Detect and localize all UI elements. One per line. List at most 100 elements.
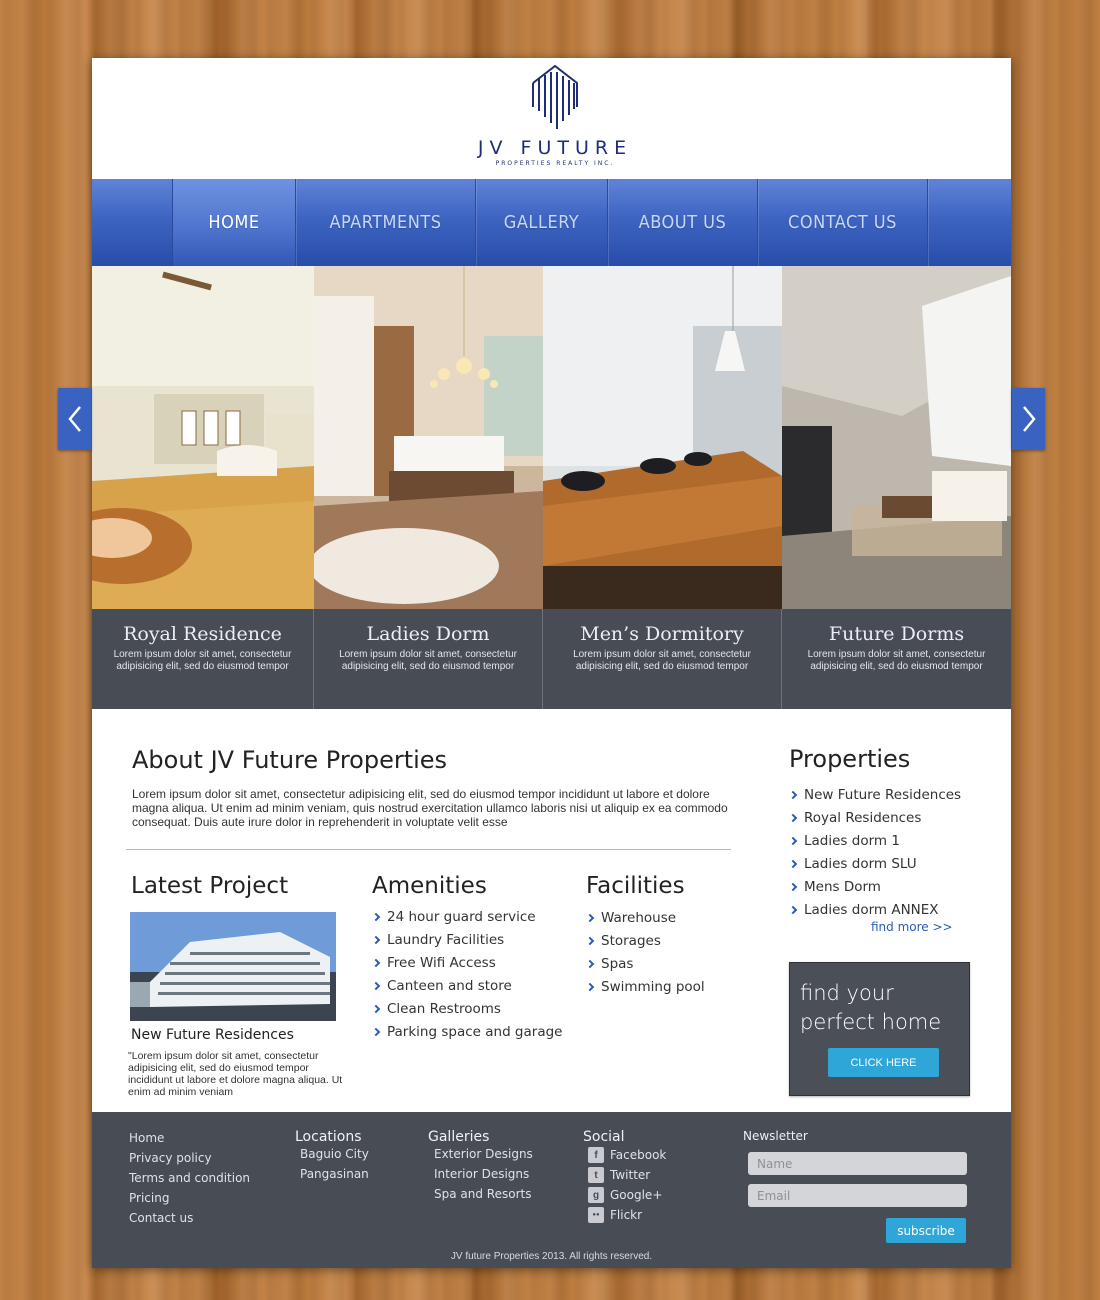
locations-heading: Locations [295,1129,362,1145]
page: JV FUTURE PROPERTIES REALTY INC. HOME AP… [92,58,1011,1268]
slide-future-dorms[interactable]: Future Dorms Lorem ipsum dolor sit amet,… [782,266,1011,709]
nav-home[interactable]: HOME [172,179,296,266]
slide-text: Lorem ipsum dolor sit amet, consectetur … [573,649,751,672]
list-item: Warehouse [585,908,705,931]
slide-photo [782,266,1011,609]
chevron-right-icon [585,913,595,923]
slide-caption: Future Dorms Lorem ipsum dolor sit amet,… [782,609,1011,709]
subscribe-button[interactable]: subscribe [886,1218,966,1243]
slide-caption: Royal Residence Lorem ipsum dolor sit am… [92,609,314,709]
amenities-list: 24 hour guard service Laundry Facilities… [371,907,562,1045]
list-item: 24 hour guard service [371,907,562,930]
chevron-right-icon [371,981,381,991]
chevron-right-icon [788,813,798,823]
flickr-icon: ●● [588,1207,604,1223]
footer-link-terms[interactable]: Terms and condition [129,1169,250,1189]
chevron-right-icon [371,912,381,922]
property-link[interactable]: Ladies dorm 1 [788,831,961,854]
chevron-right-icon [371,1027,381,1037]
footer-link-home[interactable]: Home [129,1129,250,1149]
nav-about-us[interactable]: ABOUT US [608,179,758,266]
galleries-heading: Galleries [428,1129,490,1145]
slide-mens-dormitory[interactable]: Men’s Dormitory Lorem ipsum dolor sit am… [543,266,782,709]
location-link[interactable]: Baguio City [295,1145,369,1165]
latest-project-name[interactable]: New Future Residences [131,1027,294,1043]
slider-prev-button[interactable] [58,388,91,450]
nav-contact-us[interactable]: CONTACT US [758,179,928,266]
slide-photo [543,266,782,609]
slide-text: Lorem ipsum dolor sit amet, consectetur … [113,649,292,672]
slide-text: Lorem ipsum dolor sit amet, consectetur … [807,649,986,672]
slide-title: Men’s Dormitory [580,623,744,645]
logo[interactable]: JV FUTURE PROPERTIES REALTY INC. [460,63,650,173]
chevron-right-icon [788,790,798,800]
facebook-link[interactable]: f Facebook [583,1145,666,1165]
about-text: Lorem ipsum dolor sit amet, consectetur … [132,787,728,829]
slide-royal-residence[interactable]: Royal Residence Lorem ipsum dolor sit am… [92,266,314,709]
nav-gallery[interactable]: GALLERY [476,179,608,266]
gallery-link[interactable]: Spa and Resorts [428,1185,533,1205]
newsletter-heading: Newsletter [743,1129,808,1143]
building-logo-icon [532,64,578,129]
list-item: Spas [585,954,705,977]
slider-next-button[interactable] [1012,388,1045,450]
latest-project-image[interactable] [130,912,336,1021]
image-slider: Royal Residence Lorem ipsum dolor sit am… [92,266,1011,709]
footer-locations: Locations Baguio City Pangasinan [295,1129,369,1185]
chevron-right-icon [788,882,798,892]
list-item: Clean Restrooms [371,999,562,1022]
gallery-link[interactable]: Exterior Designs [428,1145,533,1165]
chevron-right-icon [788,859,798,869]
cta-text: find your perfect home [800,981,942,1034]
latest-project-title: Latest Project [131,873,289,899]
property-link[interactable]: New Future Residences [788,785,961,808]
google-plus-link[interactable]: g Google+ [583,1185,666,1205]
gallery-link[interactable]: Interior Designs [428,1165,533,1185]
flickr-link[interactable]: ●● Flickr [583,1205,666,1225]
header: JV FUTURE PROPERTIES REALTY INC. [92,58,1011,179]
chevron-right-icon [371,1004,381,1014]
footer-link-pricing[interactable]: Pricing [129,1189,250,1209]
newsletter-email-input[interactable] [748,1184,967,1207]
newsletter-name-input[interactable] [748,1152,967,1175]
slide-title: Royal Residence [123,623,282,645]
divider [126,849,731,850]
slide-title: Ladies Dorm [366,623,490,645]
slide-title: Future Dorms [828,623,965,645]
amenities-title: Amenities [372,873,487,899]
facilities-list: Warehouse Storages Spas Swimming pool [585,908,705,1000]
copyright-text: JV future Properties 2013. All rights re… [450,1251,653,1262]
chevron-right-icon [585,959,595,969]
chevron-right-icon [1022,406,1036,432]
chevron-left-icon [67,406,81,432]
slide-text: Lorem ipsum dolor sit amet, consectetur … [339,649,517,672]
chevron-right-icon [371,958,381,968]
chevron-right-icon [585,936,595,946]
find-more-link[interactable]: find more >> [871,920,953,934]
list-item: Canteen and store [371,976,562,999]
nav-apartments[interactable]: APARTMENTS [296,179,476,266]
footer-link-privacy[interactable]: Privacy policy [129,1149,250,1169]
property-link[interactable]: Royal Residences [788,808,961,831]
list-item: Storages [585,931,705,954]
property-link[interactable]: Mens Dorm [788,877,961,900]
chevron-right-icon [371,935,381,945]
main-nav: HOME APARTMENTS GALLERY ABOUT US CONTACT… [92,179,1011,266]
facilities-title: Facilities [586,873,685,899]
list-item: Free Wifi Access [371,953,562,976]
property-link[interactable]: Ladies dorm SLU [788,854,961,877]
slide-photo [314,266,543,609]
slide-ladies-dorm[interactable]: Ladies Dorm Lorem ipsum dolor sit amet, … [314,266,543,709]
latest-project-text: "Lorem ipsum dolor sit amet, consectetur… [128,1050,343,1098]
slide-photo [92,266,314,609]
chevron-right-icon [788,905,798,915]
find-home-box: find your perfect home CLICK HERE [789,962,970,1096]
chevron-right-icon [788,836,798,846]
location-link[interactable]: Pangasinan [295,1165,369,1185]
social-heading: Social [583,1129,625,1145]
list-item: Parking space and garage [371,1022,562,1045]
footer-link-contact[interactable]: Contact us [129,1209,250,1229]
twitter-link[interactable]: t Twitter [583,1165,666,1185]
click-here-button[interactable]: CLICK HERE [828,1048,939,1077]
twitter-icon: t [588,1167,604,1183]
